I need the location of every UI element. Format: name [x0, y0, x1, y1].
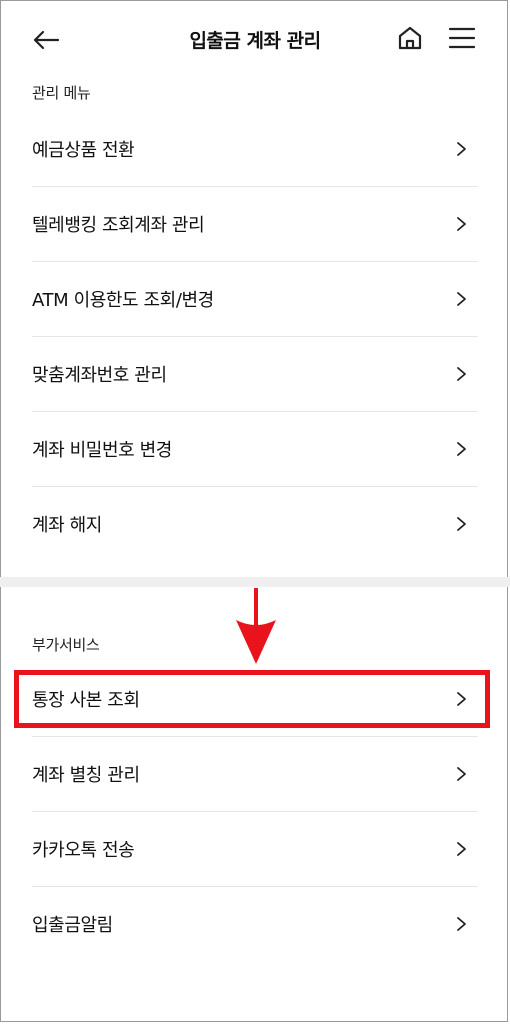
chevron-right-icon	[457, 367, 466, 381]
menu-item-label: 계좌 별칭 관리	[32, 765, 140, 786]
menu-item-kakaotalk-send[interactable]: 카카오톡 전송	[32, 812, 478, 887]
chevron-right-icon	[457, 217, 466, 231]
menu-item-label: 맞춤계좌번호 관리	[32, 365, 167, 386]
chevron-right-icon	[457, 517, 466, 531]
section-label-management: 관리 메뉴	[32, 84, 91, 102]
chevron-right-icon	[457, 842, 466, 856]
extra-services-list: 통장 사본 조회 계좌 별칭 관리 카카오톡 전송 입출금알림	[32, 662, 478, 961]
menu-item-label: 텔레뱅킹 조회계좌 관리	[32, 215, 205, 236]
menu-item-custom-account-number[interactable]: 맞춤계좌번호 관리	[32, 337, 478, 412]
hamburger-menu-icon	[448, 27, 476, 49]
back-button[interactable]	[26, 20, 66, 60]
menu-item-label: 계좌 해지	[32, 515, 102, 536]
menu-item-label: 입출금알림	[32, 915, 113, 936]
home-button[interactable]	[392, 20, 428, 56]
menu-item-label: 카카오톡 전송	[32, 840, 135, 861]
section-divider	[0, 577, 510, 587]
menu-item-atm-limit[interactable]: ATM 이용한도 조회/변경	[32, 262, 478, 337]
menu-item-telebanking[interactable]: 텔레뱅킹 조회계좌 관리	[32, 187, 478, 262]
menu-item-label: 계좌 비밀번호 변경	[32, 440, 172, 461]
chevron-right-icon	[457, 917, 466, 931]
chevron-right-icon	[457, 142, 466, 156]
menu-item-close-account[interactable]: 계좌 해지	[32, 487, 478, 561]
arrow-left-icon	[33, 30, 60, 50]
section-label-extra-services: 부가서비스	[32, 636, 100, 654]
menu-item-label: 통장 사본 조회	[32, 690, 140, 711]
chevron-right-icon	[457, 692, 466, 706]
page-title: 입출금 계좌 관리	[189, 30, 321, 52]
menu-item-passbook-copy[interactable]: 통장 사본 조회	[32, 662, 478, 737]
menu-item-deposit-conversion[interactable]: 예금상품 전환	[32, 112, 478, 187]
menu-button[interactable]	[444, 20, 480, 56]
app-header: 입출금 계좌 관리	[0, 0, 510, 78]
home-icon	[398, 26, 422, 50]
menu-item-label: ATM 이용한도 조회/변경	[32, 290, 214, 311]
menu-item-account-nickname[interactable]: 계좌 별칭 관리	[32, 737, 478, 812]
management-menu-list: 예금상품 전환 텔레뱅킹 조회계좌 관리 ATM 이용한도 조회/변경 맞춤계좌…	[32, 112, 478, 561]
menu-item-transaction-alert[interactable]: 입출금알림	[32, 887, 478, 961]
chevron-right-icon	[457, 767, 466, 781]
menu-item-change-password[interactable]: 계좌 비밀번호 변경	[32, 412, 478, 487]
chevron-right-icon	[457, 442, 466, 456]
chevron-right-icon	[457, 292, 466, 306]
menu-item-label: 예금상품 전환	[32, 140, 135, 161]
